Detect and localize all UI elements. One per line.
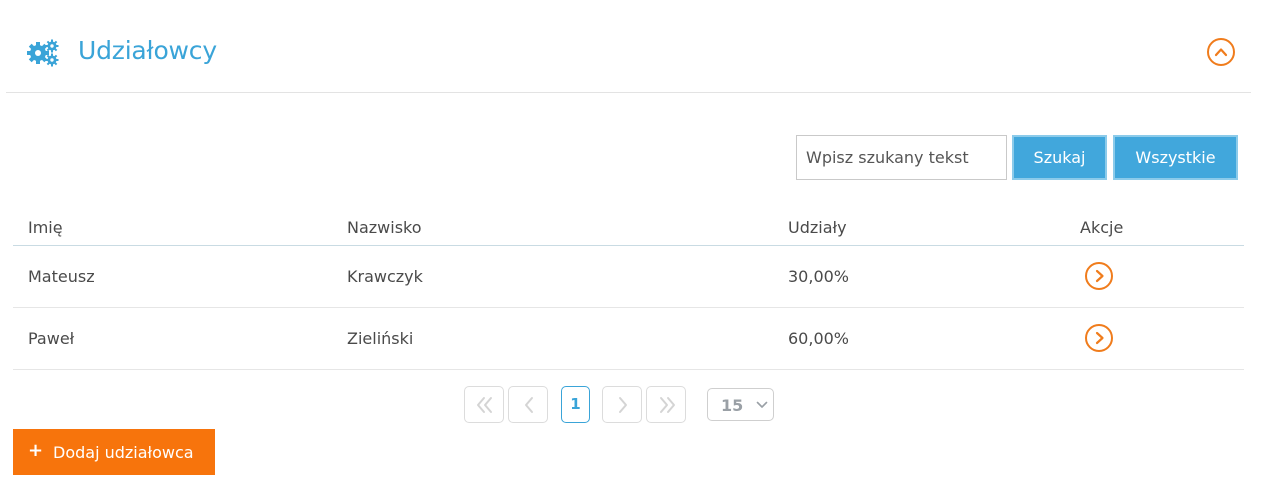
add-shareholder-label: Dodaj udziałowca <box>53 443 194 462</box>
first-name-cell: Mateusz <box>28 267 95 286</box>
plus-icon: + <box>28 440 44 461</box>
last-page-button[interactable] <box>646 386 686 423</box>
search-button[interactable]: Szukaj <box>1012 135 1107 180</box>
last-name-cell: Krawczyk <box>347 267 423 286</box>
shares-cell: 30,00% <box>788 267 850 286</box>
add-shareholder-button[interactable]: + Dodaj udziałowca <box>13 429 215 475</box>
next-page-button[interactable] <box>602 386 642 423</box>
page-size-select[interactable]: 15 <box>707 388 774 421</box>
panel-header: Udziałowcy <box>6 0 1251 93</box>
collapse-button[interactable] <box>1207 38 1235 66</box>
table-row: Paweł Zieliński 60,00% <box>13 308 1244 370</box>
column-header-shares: Udziały <box>788 218 847 237</box>
row-details-button[interactable] <box>1085 262 1113 290</box>
column-header-last-name: Nazwisko <box>347 218 422 237</box>
page-title: Udziałowcy <box>78 36 217 65</box>
shares-cell: 60,00% <box>788 329 850 348</box>
last-name-cell: Zieliński <box>347 329 414 348</box>
first-page-button[interactable] <box>464 386 504 423</box>
row-details-button[interactable] <box>1085 324 1113 352</box>
column-header-first-name: Imię <box>28 218 63 237</box>
search-input[interactable] <box>796 135 1007 180</box>
previous-page-button[interactable] <box>508 386 548 423</box>
shareholders-panel: Udziałowcy Szukaj Wszystkie Imię Nazwisk… <box>0 0 1262 490</box>
shareholders-table: Imię Nazwisko Udziały Akcje Mateusz Kraw… <box>13 210 1244 370</box>
show-all-button[interactable]: Wszystkie <box>1113 135 1238 180</box>
gears-icon <box>26 38 60 68</box>
table-row: Mateusz Krawczyk 30,00% <box>13 246 1244 308</box>
page-size-value: 15 <box>721 396 744 415</box>
first-name-cell: Paweł <box>28 329 75 348</box>
column-header-actions: Akcje <box>1080 218 1124 237</box>
current-page-button[interactable]: 1 <box>561 386 590 423</box>
table-header: Imię Nazwisko Udziały Akcje <box>13 210 1244 246</box>
